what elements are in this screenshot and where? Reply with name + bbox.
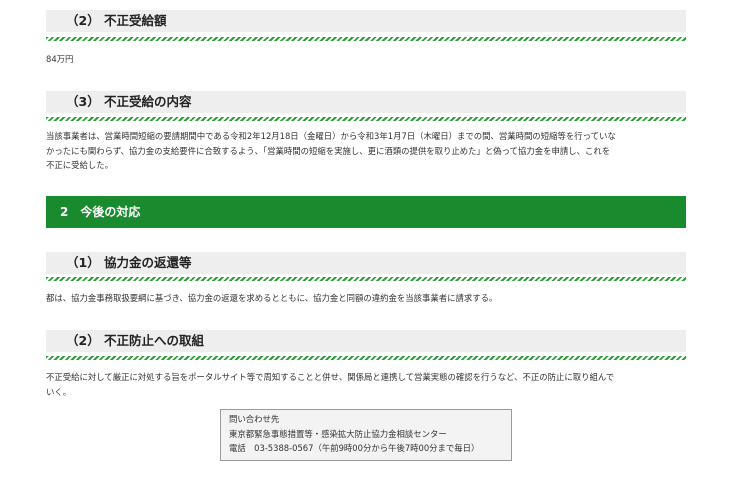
contact-box: 問い合わせ先 東京都緊急事態措置等・感染拡大防止協力金相談センター 電話 03-…: [220, 409, 512, 461]
heading-underline: [46, 37, 686, 41]
heading-fraud-amount: （2） 不正受給額: [46, 10, 686, 32]
fraud-content-text: 当該事業者は、営業時間短縮の要請期間中である令和2年12月18日（金曜日）から令…: [46, 129, 688, 173]
text-line: いく。: [46, 386, 72, 397]
fraud-amount-value: 84万円: [46, 54, 74, 64]
refund-text: 都は、協力金事務取扱要綱に基づき、協力金の返還を求めるとともに、協力金と同額の違…: [46, 293, 498, 303]
heading-underline: [46, 356, 686, 360]
heading-underline: [46, 277, 686, 281]
contact-phone: 電話 03-5388-0567（午前9時00分から午後7時00分まで毎日）: [229, 443, 480, 453]
page-content: （2） 不正受給額 84万円 （3） 不正受給の内容 当該事業者は、営業時間短縮…: [0, 0, 740, 490]
heading-prevention: （2） 不正防止への取組: [46, 330, 686, 352]
heading-refund: （1） 協力金の返還等: [46, 252, 686, 274]
text-line: 当該事業者は、営業時間短縮の要請期間中である令和2年12月18日（金曜日）から令…: [46, 131, 616, 141]
text-line: 不正に受給した。: [46, 160, 113, 170]
contact-title: 問い合わせ先: [229, 414, 280, 424]
text-line: かったにも関わらず、協力金の支給要件に合致するよう、「営業時間の短縮を実施し、更…: [46, 145, 611, 156]
section-heading-response: 2 今後の対応: [46, 196, 686, 228]
text-line: 不正受給に対して厳正に対処する旨をポータルサイト等で周知することと併せ、関係局と…: [46, 372, 615, 382]
heading-underline: [46, 117, 686, 121]
prevention-text: 不正受給に対して厳正に対処する旨をポータルサイト等で周知することと併せ、関係局と…: [46, 370, 688, 399]
heading-fraud-content: （3） 不正受給の内容: [46, 91, 686, 113]
contact-organization: 東京都緊急事態措置等・感染拡大防止協力金相談センター: [229, 428, 447, 439]
